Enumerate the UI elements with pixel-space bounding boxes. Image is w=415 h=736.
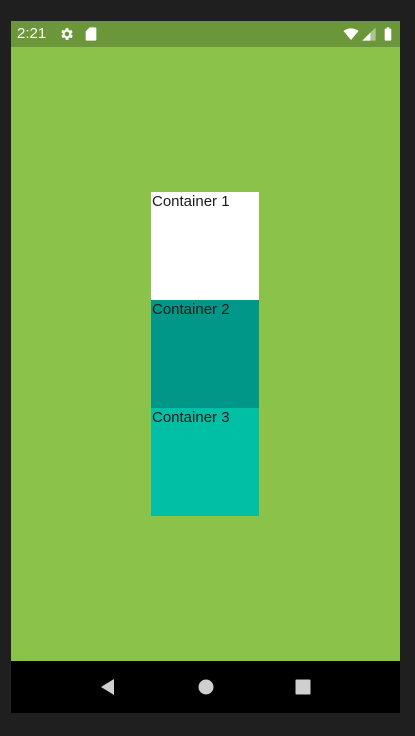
phone-screen: 2:21 Container 1 Container 2 Container 3 xyxy=(11,21,400,713)
container-2-label: Container 2 xyxy=(152,301,230,318)
wifi-icon xyxy=(343,28,359,40)
navigation-bar xyxy=(11,661,400,713)
status-time: 2:21 xyxy=(17,25,47,42)
container-3: Container 3 xyxy=(151,408,259,516)
home-icon[interactable] xyxy=(196,677,216,697)
sd-card-icon xyxy=(85,27,97,41)
recents-icon[interactable] xyxy=(293,677,313,697)
app-content: Container 1 Container 2 Container 3 xyxy=(11,47,400,661)
status-bar: 2:21 xyxy=(11,21,400,47)
container-1: Container 1 xyxy=(151,192,259,300)
container-1-label: Container 1 xyxy=(152,193,230,210)
battery-icon xyxy=(384,27,392,41)
container-2: Container 2 xyxy=(151,300,259,408)
back-icon[interactable] xyxy=(98,677,118,697)
container-3-label: Container 3 xyxy=(152,409,230,426)
signal-icon xyxy=(362,27,376,41)
device-frame: 2:21 Container 1 Container 2 Container 3 xyxy=(0,0,415,736)
settings-icon xyxy=(61,28,73,40)
